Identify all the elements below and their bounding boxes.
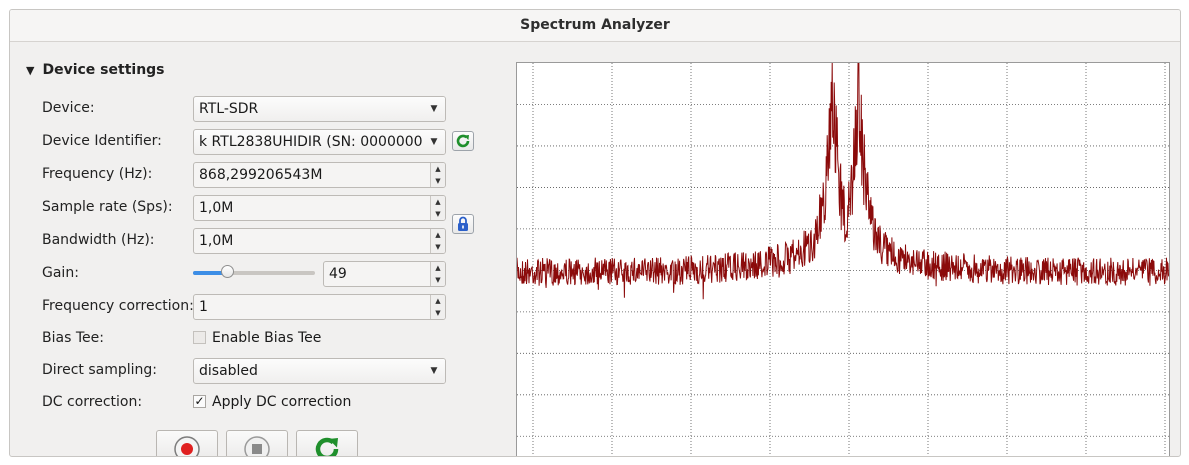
stop-button[interactable]: [226, 430, 288, 456]
frequency-correction-value: 1: [199, 299, 208, 315]
lock-icon: [458, 216, 468, 231]
refresh-devices-button[interactable]: [452, 131, 474, 151]
expand-arrow-icon: ▼: [26, 64, 35, 77]
chevron-down-icon: ▼: [435, 177, 441, 185]
record-icon: [174, 436, 200, 456]
bandwidth-label: Bandwidth (Hz):: [42, 232, 155, 248]
bandwidth-spinbox[interactable]: 1,0M ▲ ▼: [193, 228, 446, 254]
chevron-down-icon: ▼: [435, 210, 441, 218]
spectrum-chart: [517, 63, 1169, 456]
frequency-correction-label: Frequency correction:: [42, 298, 194, 314]
device-select-value: RTL-SDR: [199, 101, 259, 117]
bias-tee-checkbox[interactable]: [193, 331, 206, 344]
bias-tee-checkbox-label[interactable]: Enable Bias Tee: [212, 330, 321, 346]
sample-rate-label: Sample rate (Sps):: [42, 199, 173, 215]
frequency-spinbox[interactable]: 868,299206543M ▲ ▼: [193, 162, 446, 188]
device-label: Device:: [42, 100, 95, 116]
spectrum-analyzer-window: Spectrum Analyzer ▼ Device settings Devic…: [9, 9, 1181, 457]
frequency-correction-stepper[interactable]: ▲ ▼: [430, 295, 445, 319]
chevron-up-icon: ▲: [435, 165, 441, 173]
chevron-up-icon: ▲: [435, 231, 441, 239]
frequency-correction-spinbox[interactable]: 1 ▲ ▼: [193, 294, 446, 320]
device-settings-toggle[interactable]: ▼ Device settings: [26, 62, 165, 78]
dc-correction-checkbox[interactable]: ✓: [193, 395, 206, 408]
gain-stepper[interactable]: ▲ ▼: [430, 262, 445, 286]
chevron-down-icon: ▼: [435, 276, 441, 284]
sample-rate-spinbox[interactable]: 1,0M ▲ ▼: [193, 195, 446, 221]
spectrum-trace: [517, 63, 1169, 300]
device-identifier-label: Device Identifier:: [42, 133, 162, 149]
frequency-value: 868,299206543M: [199, 167, 323, 183]
sample-rate-stepper[interactable]: ▲ ▼: [430, 196, 445, 220]
refresh-icon: [315, 437, 339, 456]
bandwidth-stepper[interactable]: ▲ ▼: [430, 229, 445, 253]
gain-slider[interactable]: [193, 265, 315, 278]
stop-icon: [244, 436, 270, 456]
sample-rate-value: 1,0M: [199, 200, 234, 216]
dc-correction-label: DC correction:: [42, 394, 143, 410]
refresh-icon: [456, 134, 470, 148]
chevron-down-icon: ▼: [423, 359, 445, 383]
device-settings-header: Device settings: [42, 62, 165, 78]
chevron-up-icon: ▲: [435, 297, 441, 305]
device-settings-panel: ▼ Device settings Device: RTL-SDR ▼ Devic…: [10, 42, 505, 456]
lock-bandwidth-button[interactable]: [452, 214, 474, 234]
dc-correction-checkbox-label[interactable]: Apply DC correction: [212, 394, 351, 410]
gain-slider-handle[interactable]: [221, 265, 235, 278]
chevron-down-icon: ▼: [435, 309, 441, 317]
frequency-stepper[interactable]: ▲ ▼: [430, 163, 445, 187]
chevron-down-icon: ▼: [435, 243, 441, 251]
chevron-down-icon: ▼: [423, 97, 445, 121]
direct-sampling-label: Direct sampling:: [42, 362, 158, 378]
gain-label: Gain:: [42, 265, 79, 281]
frequency-label: Frequency (Hz):: [42, 166, 153, 182]
spectrum-plot[interactable]: [516, 62, 1170, 456]
window-title: Spectrum Analyzer: [10, 10, 1180, 42]
device-select[interactable]: RTL-SDR ▼: [193, 96, 446, 122]
direct-sampling-value: disabled: [199, 363, 258, 379]
chevron-down-icon: ▼: [423, 130, 445, 154]
device-identifier-value: k RTL2838UHIDIR (SN: 00000001): [199, 134, 437, 150]
start-recording-button[interactable]: [156, 430, 218, 456]
gain-spinbox[interactable]: 49 ▲ ▼: [323, 261, 446, 287]
gain-value: 49: [329, 266, 347, 282]
chevron-up-icon: ▲: [435, 198, 441, 206]
device-identifier-select[interactable]: k RTL2838UHIDIR (SN: 00000001) ▼: [193, 129, 446, 155]
chevron-up-icon: ▲: [435, 264, 441, 272]
refresh-button[interactable]: [296, 430, 358, 456]
direct-sampling-select[interactable]: disabled ▼: [193, 358, 446, 384]
bias-tee-label: Bias Tee:: [42, 330, 104, 346]
bandwidth-value: 1,0M: [199, 233, 234, 249]
